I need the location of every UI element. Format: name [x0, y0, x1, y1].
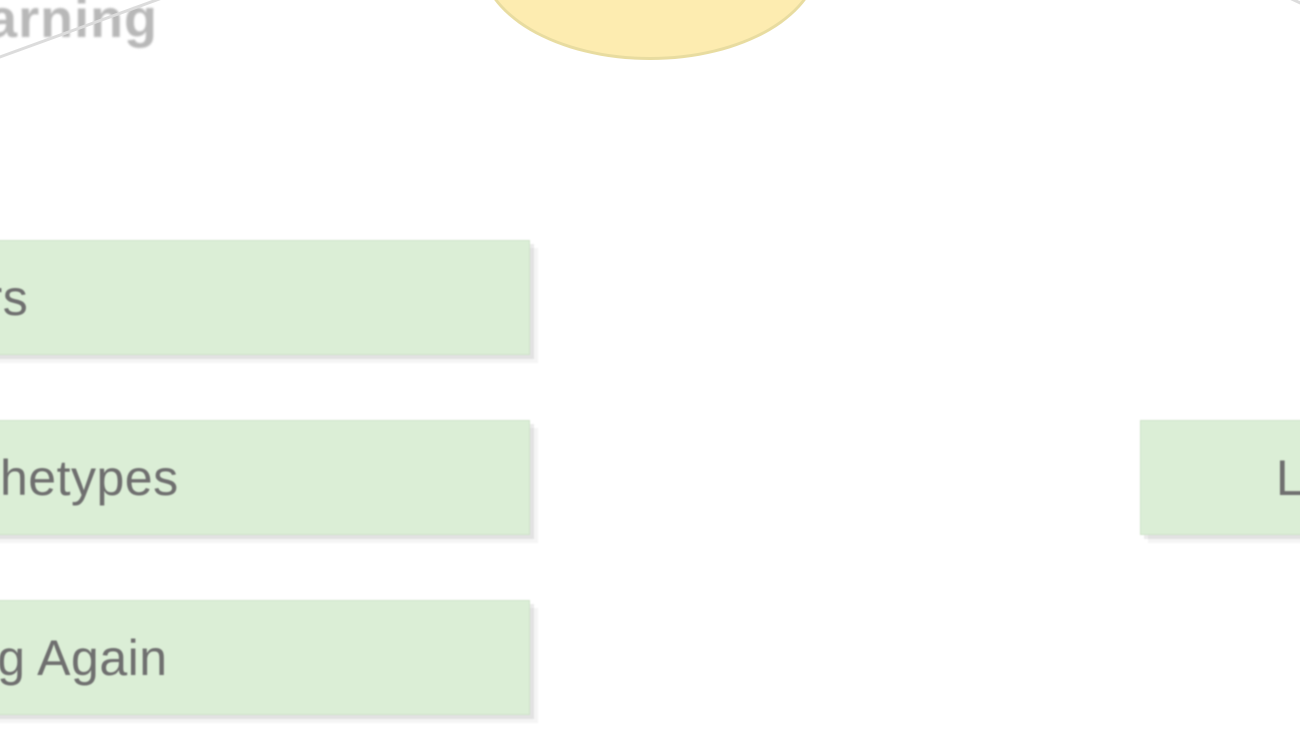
connector-line: [1140, 0, 1300, 23]
child-node-label: ears: [0, 269, 28, 327]
child-node-label: L: [1276, 449, 1300, 507]
child-node-label: archetypes: [0, 449, 179, 507]
root-bubble[interactable]: [480, 0, 820, 60]
child-node[interactable]: ears: [0, 240, 530, 355]
child-node-label: ding Again: [0, 629, 168, 687]
child-node[interactable]: L: [1140, 420, 1300, 535]
child-node[interactable]: ding Again: [0, 600, 530, 715]
child-node[interactable]: archetypes: [0, 420, 530, 535]
